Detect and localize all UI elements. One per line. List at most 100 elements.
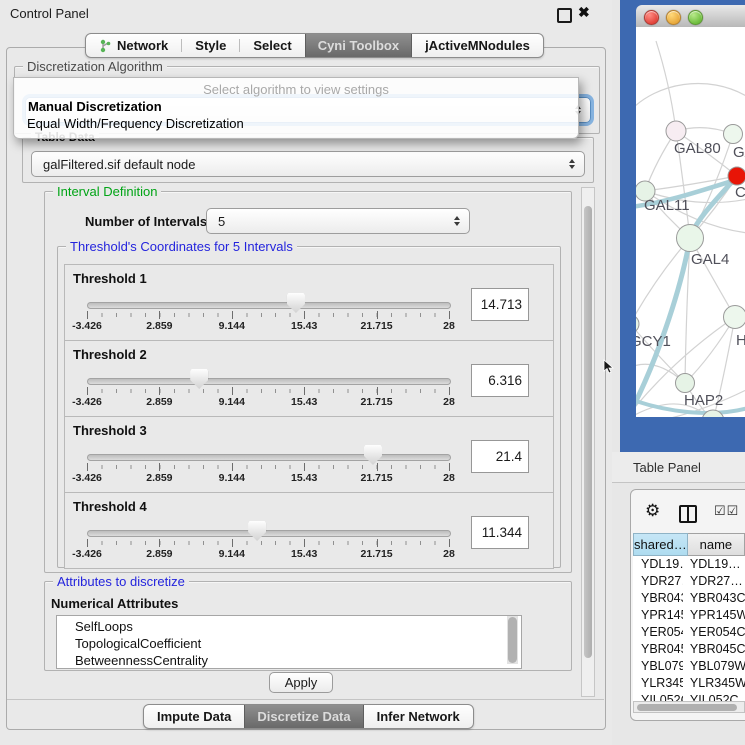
network-nodes[interactable]: GAL80GACGAL11GAL4HGCY1HAP2 (636, 121, 745, 417)
table-horizontal-scrollbar[interactable] (633, 701, 745, 713)
zoom-traffic-light-icon[interactable] (688, 10, 703, 25)
tab-select[interactable]: Select (240, 34, 304, 57)
scrollbar-thumb[interactable] (508, 617, 517, 663)
table-row[interactable]: YER054CYER054C (633, 624, 745, 641)
numerical-attributes-list[interactable]: SelfLoopsTopologicalCoefficientBetweenne… (56, 615, 522, 669)
mouse-cursor-icon (603, 359, 614, 374)
interval-definition-group: Interval Definition Number of Intervals … (44, 191, 572, 573)
table-cell-shared-name: YER054C (633, 624, 683, 641)
dropdown-option-equal-width[interactable]: Equal Width/Frequency Discretization (27, 116, 244, 131)
table-cell-shared-name: YPR145W (633, 607, 683, 624)
table-row[interactable]: YLR345WYLR345W (633, 675, 745, 692)
threshold-value-field[interactable]: 21.4 (471, 440, 529, 473)
tab-label: jActiveMNodules (425, 38, 530, 53)
close-traffic-light-icon[interactable] (644, 10, 659, 25)
algorithm-dropdown-popup: Select algorithm to view settings Manual… (13, 77, 579, 139)
threshold-slider-track[interactable] (87, 454, 451, 461)
slider-tick-label: 28 (443, 396, 455, 408)
checkboxes-icon[interactable]: ☑☑ (714, 503, 739, 519)
slider-tick-label: 15.43 (291, 472, 317, 484)
slider-tick-label: 9.144 (219, 472, 245, 484)
control-panel-tabs: Network Style Select Cyni Toolbox jActiv… (85, 33, 544, 58)
dropdown-placeholder: Select algorithm to view settings (14, 82, 578, 97)
slider-major-tick (449, 539, 450, 547)
table-panel-title: Table Panel (633, 460, 701, 475)
tab-style[interactable]: Style (182, 34, 239, 57)
table-row[interactable]: YBL079WYBL079W (633, 658, 745, 675)
threshold-value-field[interactable]: 6.316 (471, 364, 529, 397)
tab-label: Discretize Data (257, 709, 350, 724)
number-of-intervals-combo[interactable]: 5 (206, 208, 470, 234)
slider-tick-label: -3.426 (72, 320, 102, 332)
tab-impute-data[interactable]: Impute Data (144, 705, 244, 728)
network-node-ga[interactable] (724, 125, 743, 144)
scrollbar-thumb[interactable] (637, 704, 737, 711)
close-icon[interactable]: ✖ (578, 4, 590, 21)
table-row[interactable]: YBR043CYBR043C (633, 590, 745, 607)
table-cell-shared-name: YIL052C (633, 692, 683, 701)
tab-cyni-toolbox[interactable]: Cyni Toolbox (305, 34, 412, 57)
table-row[interactable]: YPR145WYPR145W (633, 607, 745, 624)
minimize-traffic-light-icon[interactable] (666, 10, 681, 25)
slider-tick-label: 2.859 (146, 548, 172, 560)
split-columns-icon[interactable] (679, 505, 697, 523)
settings-vertical-scrollbar[interactable] (581, 187, 595, 697)
tab-discretize-data[interactable]: Discretize Data (244, 705, 363, 728)
slider-major-tick (159, 387, 160, 395)
node-label: HAP2 (684, 392, 723, 409)
threshold-slider-track[interactable] (87, 302, 451, 309)
slider-tick-label: 28 (443, 320, 455, 332)
slider-thumb[interactable] (287, 293, 305, 313)
threshold-value-field[interactable]: 14.713 (471, 288, 529, 321)
slider-tick-label: 21.715 (361, 548, 393, 560)
network-window-titlebar[interactable] (636, 5, 745, 28)
attribute-list-item[interactable]: TopologicalCoefficient (57, 635, 521, 652)
column-header-name[interactable]: name (688, 533, 745, 556)
dropdown-option-manual-discretization[interactable]: Manual Discretization (28, 99, 162, 114)
slider-thumb[interactable] (248, 521, 266, 541)
node-label: C (735, 184, 745, 201)
tab-network[interactable]: Network (86, 34, 181, 57)
threshold-slider-track[interactable] (87, 530, 451, 537)
table-data-group: Table Data galFiltered.sif default node (22, 137, 594, 183)
network-node-gal80[interactable] (666, 121, 686, 141)
table-row[interactable]: YBR045CYBR045C (633, 641, 745, 658)
table-row[interactable]: YIL052CYIL052C (633, 692, 745, 701)
table-row[interactable]: YDL19…YDL19… (633, 556, 745, 573)
table-cell-name: YBL079W (683, 658, 745, 675)
table-data-combo[interactable]: galFiltered.sif default node (31, 151, 585, 177)
panel-title: Control Panel (10, 6, 89, 21)
scrollbar-thumb[interactable] (584, 206, 592, 658)
network-node-c[interactable] (728, 167, 745, 185)
tab-infer-network[interactable]: Infer Network (364, 705, 473, 728)
threshold-value-field[interactable]: 11.344 (471, 516, 529, 549)
slider-major-tick (87, 311, 88, 319)
threshold-label: Threshold 3 (73, 423, 147, 438)
network-node-gal4[interactable] (677, 225, 704, 252)
float-window-icon[interactable] (557, 8, 572, 23)
slider-major-tick (87, 539, 88, 547)
node-label: H (736, 332, 745, 349)
tab-jactivemnodules[interactable]: jActiveMNodules (412, 34, 543, 57)
attribute-list-item[interactable]: BetweennessCentrality (57, 652, 521, 669)
slider-major-tick (159, 463, 160, 471)
apply-button[interactable]: Apply (269, 672, 333, 693)
group-title: Attributes to discretize (53, 574, 189, 589)
attributes-list-scrollbar[interactable] (507, 616, 518, 664)
slider-major-tick (377, 311, 378, 319)
network-node-hap2[interactable] (676, 374, 695, 393)
network-canvas[interactable]: GAL80GACGAL11GAL4HGCY1HAP2 (636, 27, 745, 417)
slider-thumb[interactable] (364, 445, 382, 465)
slider-thumb[interactable] (190, 369, 208, 389)
table-body[interactable]: YDL19…YDL19…YDR27…YDR27…YBR043CYBR043CYP… (633, 556, 745, 701)
column-header-shared-name[interactable]: shared… (633, 533, 688, 556)
network-node-gcy1[interactable] (636, 315, 639, 333)
slider-major-tick (449, 463, 450, 471)
table-cell-name: YBR045C (683, 641, 745, 658)
table-row[interactable]: YDR27…YDR27… (633, 573, 745, 590)
network-node-h[interactable] (724, 306, 745, 329)
threshold-slider-track[interactable] (87, 378, 451, 385)
group-title: Threshold's Coordinates for 5 Intervals (66, 239, 297, 254)
gear-icon[interactable]: ⚙ (645, 501, 660, 521)
attribute-list-item[interactable]: SelfLoops (57, 618, 521, 635)
